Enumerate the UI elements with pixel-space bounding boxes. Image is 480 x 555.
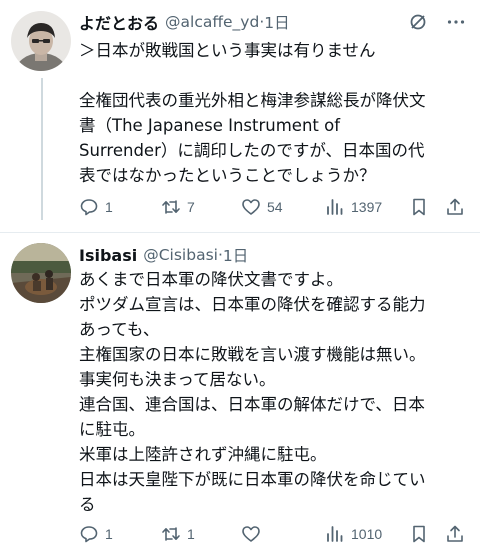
tweet[interactable]: Isibasi @Cisibasi · 1日 あくまで日本軍の降伏文書ですよ。 …: [0, 233, 480, 555]
tweet-text-line: [79, 63, 470, 88]
more-icon[interactable]: [446, 12, 466, 32]
reply-icon: [80, 526, 98, 543]
repost-button[interactable]: 7: [161, 195, 195, 219]
repost-button[interactable]: 1: [161, 522, 195, 546]
like-count: 54: [267, 199, 283, 215]
tweet-text-line: 主権国家の日本に敗戦を言い渡す機能は無い。: [79, 345, 426, 364]
tweet-text-line: る: [79, 495, 96, 514]
reply-button[interactable]: 1: [79, 195, 113, 219]
view-count: 1397: [351, 199, 383, 215]
timestamp[interactable]: 1日: [264, 11, 289, 33]
bookmark-icon: [413, 198, 425, 216]
tweet[interactable]: よだとおる @alcaffe_yd · 1日 ＞日本が敗戦国という事実は有りませ…: [0, 0, 480, 232]
tweet-text-line: ＞日本が敗戦国という事実は有りません: [79, 41, 376, 60]
author-name[interactable]: Isibasi: [79, 246, 137, 265]
tweet-text-line: 全権団代表の重光外相と梅津参謀総長が降伏文: [79, 91, 426, 110]
heart-icon: [242, 526, 260, 542]
tweet-text-line: 日本は天皇陛下が既に日本軍の降伏を命じてい: [79, 470, 426, 489]
bookmark-button[interactable]: [409, 522, 429, 546]
tweet-text-line: 事実何も決まって居ない。: [79, 370, 276, 389]
tweet-text-line: あっても、: [79, 320, 160, 339]
like-button[interactable]: [241, 522, 267, 546]
tweet-text-line: ポツダム宣言は、日本軍の降伏を確認する能力: [79, 295, 426, 314]
tweet-text-line: に駐屯。: [79, 420, 145, 439]
avatar[interactable]: [11, 11, 71, 71]
views-icon: [327, 199, 343, 215]
share-icon: [447, 525, 463, 542]
views-button[interactable]: 1397: [325, 195, 382, 219]
reply-count: 1: [105, 526, 113, 542]
heart-icon: [242, 199, 260, 215]
author-handle[interactable]: @Cisibasi: [143, 246, 218, 264]
view-count: 1010: [351, 526, 383, 542]
repost-count: 7: [187, 199, 195, 215]
like-button[interactable]: 54: [241, 195, 283, 219]
reply-icon: [80, 199, 98, 216]
tweet-text-line: Surrender）に調印したのですが、日本国の代: [79, 141, 425, 160]
share-icon: [447, 198, 463, 215]
reply-button[interactable]: 1: [79, 522, 113, 546]
tweet-text-line: 書（The Japanese Instrument of: [79, 116, 341, 135]
tweet-text-line: 表ではなかったということでしょうか？: [79, 166, 376, 185]
tweet-actions: 1 1 1010: [79, 522, 468, 546]
tweet-text: ＞日本が敗戦国という事実は有りません 全権団代表の重光外相と梅津参謀総長が降伏文…: [79, 38, 470, 188]
repost-icon: [162, 200, 180, 214]
tweet-header: よだとおる @alcaffe_yd · 1日: [79, 10, 466, 34]
tweet-header: Isibasi @Cisibasi · 1日: [79, 243, 466, 267]
tweet-text: あくまで日本軍の降伏文書ですよ。 ポツダム宣言は、日本軍の降伏を確認する能力 あ…: [79, 267, 470, 517]
tweet-text-line: 連合国、連合国は、日本軍の解体だけで、日本: [79, 395, 425, 414]
share-button[interactable]: [445, 195, 465, 219]
grok-icon[interactable]: [408, 12, 428, 32]
author-handle[interactable]: @alcaffe_yd: [165, 13, 259, 31]
reply-count: 1: [105, 199, 113, 215]
views-button[interactable]: 1010: [325, 522, 382, 546]
bookmark-icon: [413, 525, 425, 543]
tweet-actions: 1 7 54 1397: [79, 195, 468, 219]
tweet-text-line: 米軍は上陸許されず沖縄に駐屯。: [79, 445, 327, 464]
author-name[interactable]: よだとおる: [79, 10, 159, 34]
tweet-text-line: あくまで日本軍の降伏文書ですよ。: [79, 270, 343, 289]
repost-icon: [162, 527, 180, 541]
share-button[interactable]: [445, 522, 465, 546]
repost-count: 1: [187, 526, 195, 542]
avatar[interactable]: [11, 243, 71, 303]
views-icon: [327, 526, 343, 542]
bookmark-button[interactable]: [409, 195, 429, 219]
timestamp[interactable]: 1日: [223, 244, 248, 266]
